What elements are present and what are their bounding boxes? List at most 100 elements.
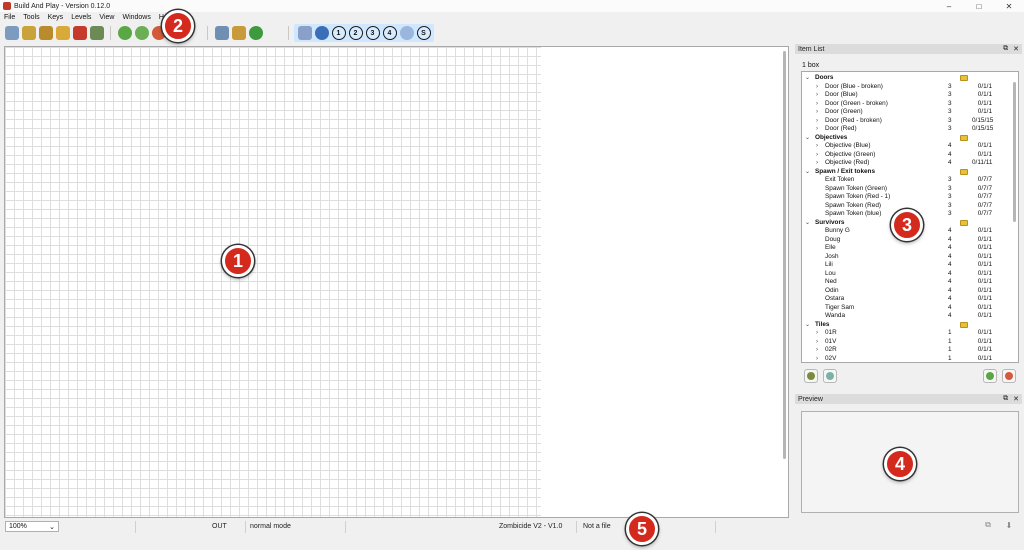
open-map-icon[interactable] [21, 26, 36, 40]
menu-file[interactable]: File [0, 14, 19, 21]
layer-3-button[interactable]: 3 [365, 26, 380, 40]
layer-1-button[interactable]: 1 [331, 26, 346, 40]
tree-category[interactable]: ⌄ Spawn / Exit tokens [802, 168, 1014, 177]
tree-item[interactable]: › 02V 1 0/1/1 [802, 355, 1014, 363]
item-count: 4 [948, 278, 952, 285]
tree-item[interactable]: Elle 4 0/1/1 [802, 244, 1014, 253]
board-icon[interactable] [214, 26, 229, 40]
menu-levels[interactable]: Levels [67, 14, 95, 21]
tree-category[interactable]: ⌄ Objectives [802, 134, 1014, 143]
chevron-right-icon[interactable]: › [816, 346, 818, 355]
menu-view[interactable]: View [95, 14, 118, 21]
tree-item[interactable]: Exit Token 3 0/7/7 [802, 176, 1014, 185]
tree-category[interactable]: ⌄ Tiles [802, 321, 1014, 330]
chevron-down-icon[interactable]: ⌄ [805, 321, 810, 330]
tree-item[interactable]: › Door (Blue) 3 0/1/1 [802, 91, 1014, 100]
tree-item[interactable]: Odin 4 0/1/1 [802, 287, 1014, 296]
tree-item[interactable]: Ned 4 0/1/1 [802, 278, 1014, 287]
item-list-header: Item List ⧉ ✕ [795, 44, 1022, 54]
item-name: Bunny G [825, 227, 850, 234]
refresh-icon[interactable] [248, 26, 263, 40]
new-map-icon[interactable] [4, 26, 19, 40]
list-zoom-in-button[interactable] [983, 369, 997, 383]
tree-item[interactable]: Wanda 4 0/1/1 [802, 312, 1014, 321]
tree-item[interactable]: Josh 4 0/1/1 [802, 253, 1014, 262]
close-panel-icon[interactable]: ✕ [1013, 45, 1019, 53]
chevron-right-icon[interactable]: › [816, 117, 818, 126]
map-grid[interactable] [5, 47, 541, 517]
chevron-right-icon[interactable]: › [816, 100, 818, 109]
maximize-button[interactable]: □ [964, 0, 994, 12]
menu-tools[interactable]: Tools [19, 14, 43, 21]
tree-item[interactable]: › Objective (Blue) 4 0/1/1 [802, 142, 1014, 151]
preview-copy-icon[interactable]: ⧉ [981, 518, 995, 532]
item-name: Elle [825, 244, 836, 251]
chevron-right-icon[interactable]: › [816, 159, 818, 168]
chevron-down-icon[interactable]: ⌄ [805, 168, 810, 177]
tree-item[interactable]: › Door (Blue - broken) 3 0/1/1 [802, 83, 1014, 92]
float-panel-icon[interactable]: ⧉ [1003, 45, 1008, 53]
close-button[interactable]: ✕ [994, 0, 1024, 12]
chevron-right-icon[interactable]: › [816, 355, 818, 363]
tree-item[interactable]: Lili 4 0/1/1 [802, 261, 1014, 270]
zoom-reset-icon[interactable] [134, 26, 149, 40]
callout-badge: 3 [891, 209, 923, 241]
rotate-icon[interactable] [314, 26, 329, 40]
folder-icon[interactable] [55, 26, 70, 40]
chevron-right-icon[interactable]: › [816, 83, 818, 92]
item-name: Lili [825, 261, 833, 268]
add-item-button[interactable] [804, 369, 818, 383]
item-usage: 0/1/1 [977, 269, 992, 277]
tree-item[interactable]: › Door (Red - broken) 3 0/15/15 [802, 117, 1014, 126]
canvas-scrollbar[interactable] [783, 51, 786, 459]
status-separator [715, 521, 716, 533]
edit-icon[interactable] [297, 26, 312, 40]
tree-item[interactable]: › Door (Red) 3 0/15/15 [802, 125, 1014, 134]
delete-icon[interactable] [72, 26, 87, 40]
tree-item[interactable]: › Objective (Red) 4 0/11/11 [802, 159, 1014, 168]
tree-item[interactable]: Lou 4 0/1/1 [802, 270, 1014, 279]
import-icon[interactable] [38, 26, 53, 40]
tree-item[interactable]: › 01R 1 0/1/1 [802, 329, 1014, 338]
chevron-down-icon[interactable]: ⌄ [805, 219, 810, 228]
tree-item[interactable]: › Objective (Green) 4 0/1/1 [802, 151, 1014, 160]
tree-category[interactable]: ⌄ Doors [802, 74, 1014, 83]
tag-item-button[interactable] [823, 369, 837, 383]
box-icon[interactable] [231, 26, 246, 40]
tag-icon[interactable] [399, 26, 414, 40]
menu-windows[interactable]: Windows [118, 14, 154, 21]
chevron-right-icon[interactable]: › [816, 125, 818, 134]
zoom-in-icon[interactable] [117, 26, 132, 40]
save-icon[interactable] [89, 26, 104, 40]
chevron-right-icon[interactable]: › [816, 338, 818, 347]
close-panel-icon[interactable]: ✕ [1013, 395, 1019, 403]
float-panel-icon[interactable]: ⧉ [1003, 395, 1008, 403]
chevron-right-icon[interactable]: › [816, 329, 818, 338]
tree-item[interactable]: Spawn Token (Green) 3 0/7/7 [802, 185, 1014, 194]
tree-item[interactable]: Spawn Token (Red - 1) 3 0/7/7 [802, 193, 1014, 202]
map-canvas[interactable] [4, 46, 789, 518]
tree-item[interactable]: › 01V 1 0/1/1 [802, 338, 1014, 347]
chevron-right-icon[interactable]: › [816, 91, 818, 100]
chevron-down-icon[interactable]: ⌄ [805, 74, 810, 83]
special-s-button[interactable]: S [416, 26, 431, 40]
layer-2-button[interactable]: 2 [348, 26, 363, 40]
item-usage: 0/1/1 [977, 150, 992, 158]
chevron-right-icon[interactable]: › [816, 151, 818, 160]
item-usage: 0/1/1 [977, 329, 992, 336]
chevron-right-icon[interactable]: › [816, 108, 818, 117]
chevron-down-icon[interactable]: ⌄ [805, 134, 810, 143]
preview-down-icon[interactable]: ⬇ [1002, 518, 1016, 532]
menu-keys[interactable]: Keys [44, 14, 68, 21]
tree-item[interactable]: › 02R 1 0/1/1 [802, 346, 1014, 355]
tree-item[interactable]: Tiger Sam 4 0/1/1 [802, 304, 1014, 313]
tree-item[interactable]: Ostara 4 0/1/1 [802, 295, 1014, 304]
tree-item[interactable]: › Door (Green - broken) 3 0/1/1 [802, 100, 1014, 109]
zoom-select[interactable]: 100% ⌄ [5, 521, 59, 532]
tree-item[interactable]: › Door (Green) 3 0/1/1 [802, 108, 1014, 117]
layer-4-button[interactable]: 4 [382, 26, 397, 40]
title-bar: Build And Play - Version 0.12.0 – □ ✕ [0, 0, 1024, 12]
minimize-button[interactable]: – [934, 0, 964, 12]
chevron-right-icon[interactable]: › [816, 142, 818, 151]
list-zoom-out-button[interactable] [1002, 369, 1016, 383]
